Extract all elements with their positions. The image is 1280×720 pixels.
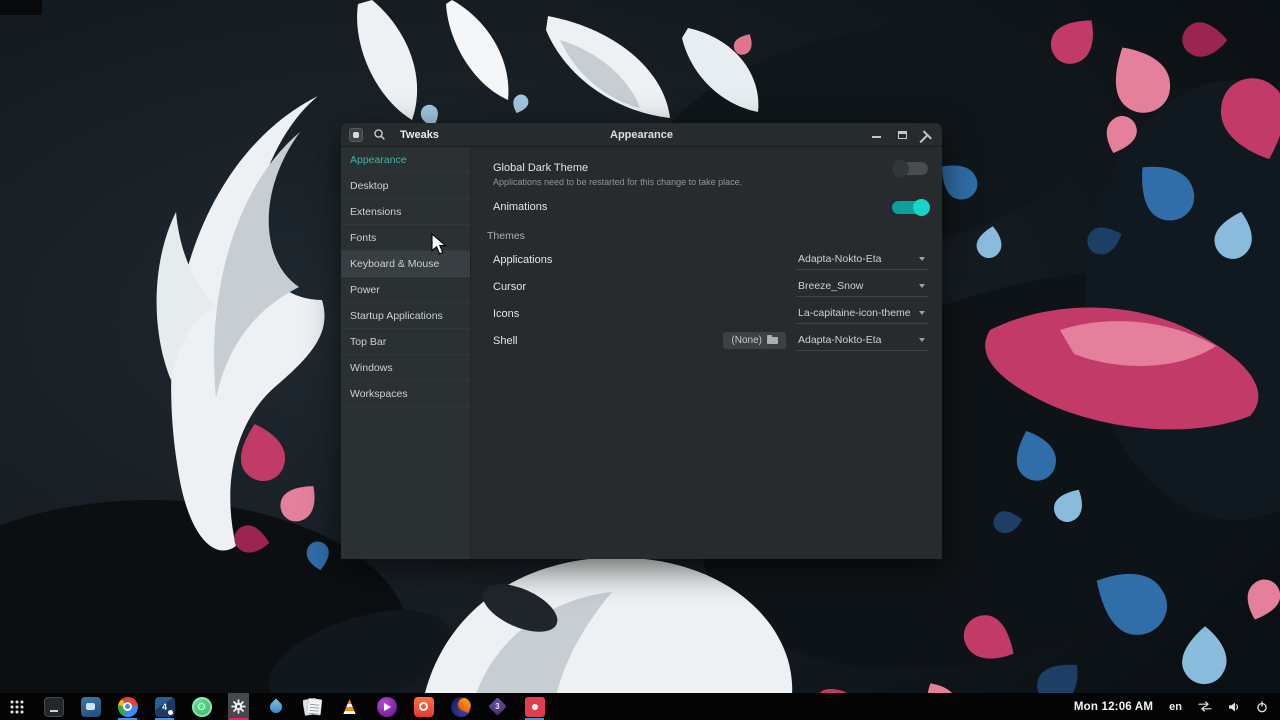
taskbar-icon-screenshot-tool[interactable] — [413, 693, 434, 720]
window-title: Tweaks — [400, 128, 439, 141]
sidebar-item-top-bar[interactable]: Top Bar — [341, 329, 470, 355]
documents-icon — [302, 697, 323, 717]
animations-toggle[interactable] — [892, 199, 930, 216]
notes-icon: 3 — [488, 697, 508, 717]
cursor-theme-row: Cursor Breeze_Snow — [493, 273, 928, 300]
global-dark-theme-label: Global Dark Theme — [493, 162, 589, 174]
applications-theme-label: Applications — [493, 253, 553, 266]
sidebar-item-windows[interactable]: Windows — [341, 355, 470, 381]
cursor-theme-label: Cursor — [493, 280, 527, 293]
media-player-icon — [376, 696, 397, 717]
applications-theme-dropdown[interactable]: Adapta-Nokto-Eta — [796, 250, 928, 270]
animations-label: Animations — [493, 201, 548, 213]
minimize-button[interactable] — [870, 129, 882, 141]
shell-theme-file-button[interactable]: (None) — [723, 332, 786, 349]
camera-icon — [413, 696, 434, 717]
themes-section-header: Themes — [487, 230, 525, 242]
apps-grid-button[interactable] — [6, 693, 27, 720]
taskbar-icon-firefox[interactable] — [450, 693, 471, 720]
sidebar-item-extensions[interactable]: Extensions — [341, 199, 470, 225]
icons-theme-dropdown[interactable]: La-capitaine-icon-theme — [796, 304, 928, 324]
search-icon[interactable] — [373, 128, 386, 141]
appearance-panel: Global Dark Theme Applications need to b… — [471, 147, 942, 559]
sidebar-item-keyboard-mouse[interactable]: Keyboard & Mouse — [341, 251, 470, 277]
terminal-icon — [43, 696, 64, 717]
taskbar-icon-notes[interactable]: 3 — [487, 693, 508, 720]
taskbar-icon-mail[interactable]: 4 — [154, 693, 175, 720]
taskbar-icon-file-manager[interactable] — [80, 693, 101, 720]
sidebar-item-desktop[interactable]: Desktop — [341, 173, 470, 199]
global-dark-theme-row: Global Dark Theme Applications need to b… — [493, 160, 928, 188]
taskbar: 4 3 Mon 12:06 AM en — [0, 693, 1280, 720]
taskbar-icon-terminal[interactable] — [43, 693, 64, 720]
taskbar-icon-icon-theme-app[interactable] — [191, 693, 212, 720]
folder-icon — [767, 335, 778, 344]
system-tray: Mon 12:06 AM en — [1074, 701, 1280, 713]
file-manager-icon — [80, 696, 101, 717]
gear-icon — [231, 699, 246, 714]
clock[interactable]: Mon 12:06 AM — [1074, 701, 1153, 713]
network-icon[interactable] — [1198, 701, 1212, 712]
maximize-button[interactable] — [896, 129, 908, 141]
cursor-theme-dropdown[interactable]: Breeze_Snow — [796, 277, 928, 297]
vlc-icon — [340, 697, 360, 717]
water-drop-icon — [266, 697, 286, 717]
taskbar-icon-tweaks[interactable] — [228, 693, 249, 720]
taskbar-icon-documents[interactable] — [302, 693, 323, 720]
taskbar-icon-media-player[interactable] — [376, 693, 397, 720]
shell-theme-dropdown[interactable]: Adapta-Nokto-Eta — [796, 331, 928, 351]
firefox-icon — [450, 696, 471, 717]
chevron-down-icon — [919, 256, 925, 261]
apps-grid-icon — [10, 700, 23, 713]
mouse-cursor — [431, 233, 447, 255]
global-dark-theme-subtitle: Applications need to be restarted for th… — [493, 177, 743, 187]
applications-theme-row: Applications Adapta-Nokto-Eta — [493, 246, 928, 273]
sidebar: Appearance Desktop Extensions Fonts Keyb… — [341, 147, 471, 559]
chevron-down-icon — [919, 283, 925, 288]
global-dark-theme-toggle[interactable] — [892, 160, 928, 177]
sidebar-item-fonts[interactable]: Fonts — [341, 225, 470, 251]
sidebar-item-startup-applications[interactable]: Startup Applications — [341, 303, 470, 329]
icon-theme-app-icon — [191, 696, 212, 717]
headerbar: Tweaks Appearance — [341, 123, 942, 147]
taskbar-icon-chrome[interactable] — [117, 693, 138, 720]
chevron-down-icon — [919, 337, 925, 342]
shell-theme-label: Shell — [493, 334, 518, 347]
icons-theme-row: Icons La-capitaine-icon-theme — [493, 300, 928, 327]
close-button[interactable] — [922, 129, 934, 141]
sidebar-item-power[interactable]: Power — [341, 277, 470, 303]
page-title: Appearance — [610, 128, 673, 141]
keyboard-layout-indicator[interactable]: en — [1169, 701, 1182, 713]
sidebar-item-appearance[interactable]: Appearance — [341, 147, 470, 173]
desktop: Tweaks Appearance Appearance Desktop Ext… — [0, 0, 1280, 720]
screen-recorder-icon — [524, 696, 545, 717]
icons-theme-label: Icons — [493, 307, 520, 320]
shell-theme-row: Shell (None) Adapta-Nokto-Eta — [493, 327, 928, 354]
volume-icon[interactable] — [1228, 701, 1240, 713]
chrome-icon — [117, 696, 138, 717]
animations-row: Animations — [493, 199, 930, 216]
tweaks-window: Tweaks Appearance Appearance Desktop Ext… — [341, 123, 942, 559]
power-icon[interactable] — [1256, 700, 1268, 713]
taskbar-icon-screen-recorder[interactable] — [524, 693, 545, 720]
taskbar-icon-vlc[interactable] — [339, 693, 360, 720]
taskbar-icon-water-drop[interactable] — [265, 693, 286, 720]
mail-icon: 4 — [154, 696, 175, 717]
sidebar-item-workspaces[interactable]: Workspaces — [341, 381, 470, 407]
chevron-down-icon — [919, 310, 925, 315]
app-menu-icon[interactable] — [349, 127, 363, 142]
